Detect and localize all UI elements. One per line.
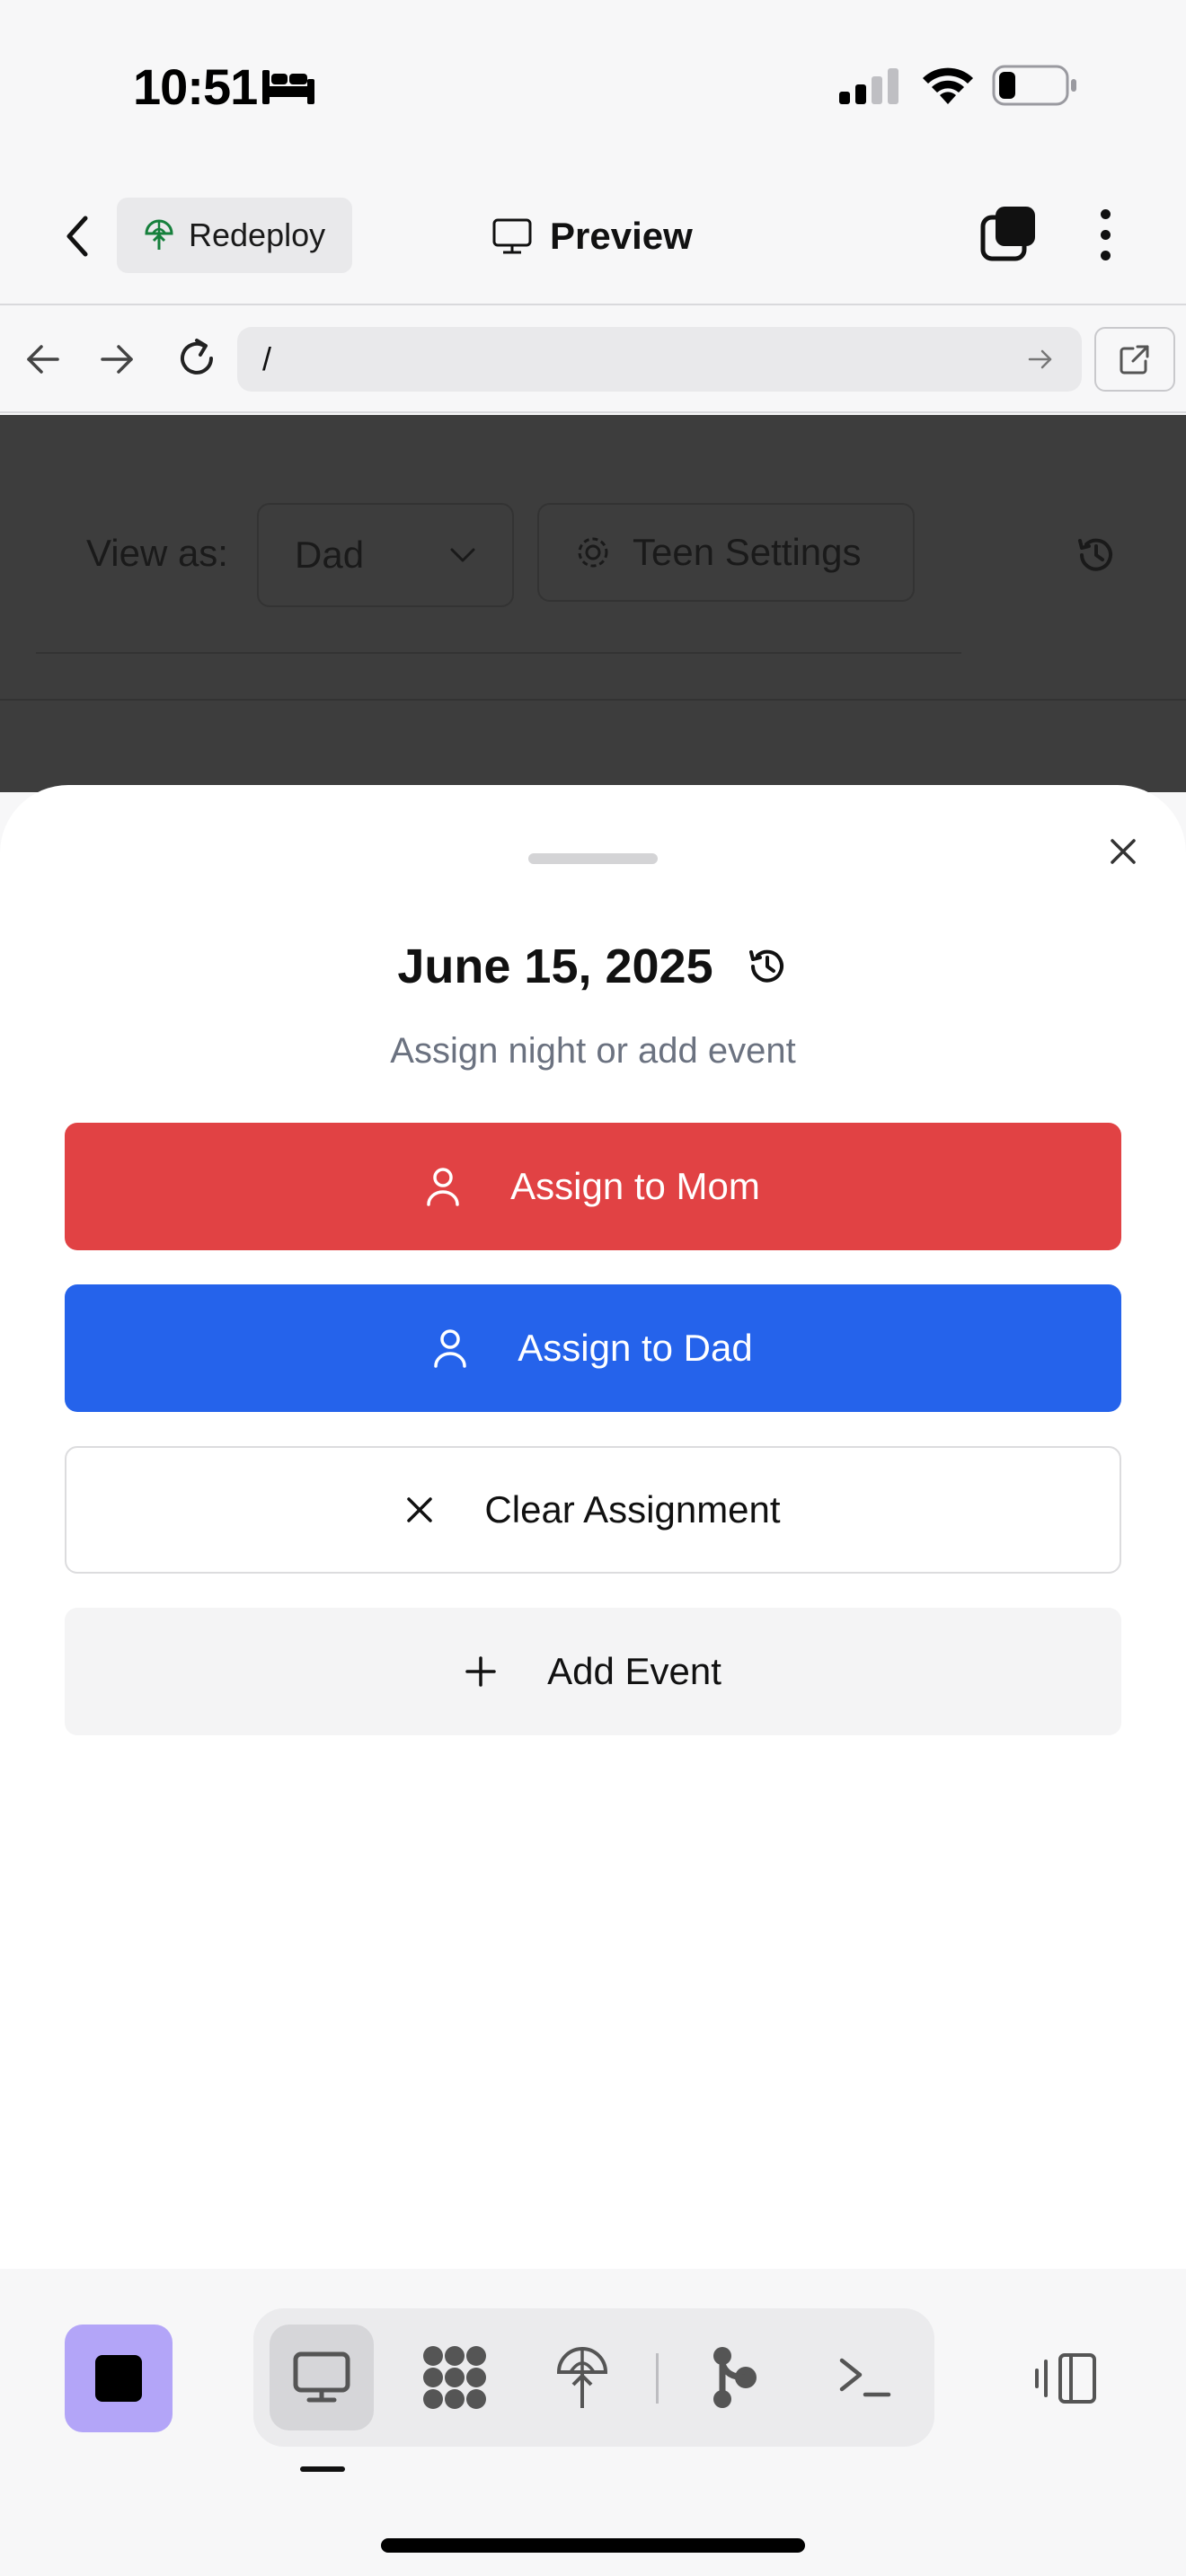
history-icon[interactable] [746,945,789,988]
view-as-label: View as: [86,532,228,574]
teen-settings-label: Teen Settings [633,531,862,573]
redeploy-label: Redeploy [189,216,326,253]
plus-icon [465,1656,496,1687]
tool-deploy-button[interactable] [530,2325,634,2430]
sheet-drag-handle[interactable] [528,853,658,864]
gear-icon [578,537,608,568]
chevron-down-icon [450,548,475,562]
reload-button[interactable] [169,331,225,386]
divider [0,699,1186,701]
user-icon [427,1168,459,1206]
assign-to-mom-button[interactable]: Assign to Mom [65,1123,1121,1250]
tabs-button[interactable] [979,205,1039,264]
close-icon [407,1497,433,1522]
sheet-subtitle: Assign night or add event [390,1031,796,1071]
back-button[interactable] [50,207,104,266]
deploy-icon [556,2347,608,2408]
layout-toggle-button[interactable] [1030,2350,1102,2407]
redeploy-icon [145,219,173,250]
url-bar[interactable]: / [237,327,1082,392]
url-go-icon[interactable] [1024,343,1057,375]
bed-icon [261,66,316,110]
browser-back-button[interactable] [20,334,66,384]
webpage-backdrop[interactable] [0,415,1186,792]
url-text: / [262,340,272,377]
close-button[interactable] [1098,826,1148,877]
toolbar-separator [656,2353,659,2404]
stop-icon [95,2355,142,2402]
tool-git-button[interactable] [681,2325,785,2430]
reload-icon [181,339,213,375]
clear-assignment-button[interactable]: Clear Assignment [65,1446,1121,1574]
monitor-icon [492,218,532,254]
divider [36,652,961,654]
sheet-title: June 15, 2025 [397,940,713,993]
add-event-button[interactable]: Add Event [65,1608,1121,1735]
sheet-header: June 15, 2025 [0,931,1186,1002]
assign-to-mom-label: Assign to Mom [510,1165,760,1207]
external-link-icon [1120,345,1149,375]
view-as-select[interactable]: Dad [257,503,514,607]
open-external-button[interactable] [1094,327,1175,392]
layout-toggle-icon [1035,2353,1096,2404]
redeploy-button[interactable]: Redeploy [117,198,353,273]
close-icon [1111,839,1136,864]
wifi-icon [920,65,976,110]
workflows-icon [423,2346,486,2409]
shell-icon [839,2358,891,2397]
clear-assignment-label: Clear Assignment [484,1488,781,1531]
history-icon [1078,538,1112,571]
more-button[interactable] [1078,205,1132,264]
user-icon [434,1329,466,1368]
tool-workflows-button[interactable] [403,2325,507,2430]
page-title-text: Preview [550,215,693,257]
view-as-value: Dad [295,534,365,576]
browser-forward-button[interactable] [93,334,140,384]
stop-button[interactable] [65,2325,173,2432]
arrow-right-icon [101,345,133,374]
teen-settings-button[interactable]: Teen Settings [537,503,915,602]
history-button[interactable] [1075,534,1118,581]
tool-shell-button[interactable] [812,2325,916,2430]
back-icon [66,216,88,257]
active-tab-indicator [300,2466,345,2472]
monitor-icon [293,2351,350,2403]
page-title: Preview [492,205,693,268]
tool-preview-button[interactable] [270,2325,374,2430]
status-time: 10:51 [133,58,258,115]
more-icon [1100,208,1111,219]
add-event-label: Add Event [547,1650,721,1692]
home-indicator [381,2538,805,2553]
assign-to-dad-button[interactable]: Assign to Dad [65,1284,1121,1412]
git-icon [713,2347,757,2408]
battery-icon [992,65,1078,110]
tabs-icon [980,207,1035,261]
assign-to-dad-label: Assign to Dad [518,1327,753,1369]
signal-icon [839,68,900,109]
arrow-left-icon [27,345,59,374]
